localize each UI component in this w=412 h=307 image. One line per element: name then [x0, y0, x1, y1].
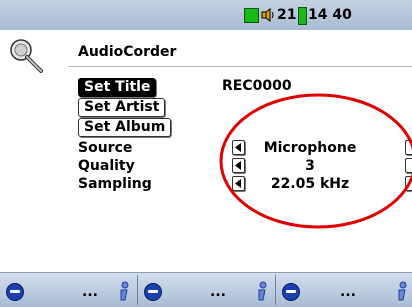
battery-icon — [298, 7, 307, 25]
speaker-icon — [261, 8, 274, 22]
softkey-label: ... — [210, 284, 226, 300]
minus-circle-icon — [144, 283, 162, 301]
softkey-label: ... — [340, 284, 356, 300]
quality-prev-button[interactable] — [232, 158, 245, 173]
set-artist-button[interactable]: Set Artist — [78, 98, 166, 117]
source-next-button[interactable] — [405, 140, 412, 155]
person-icon — [120, 281, 129, 301]
softkey-label: ... — [82, 284, 98, 300]
quality-value: 3 — [305, 158, 315, 174]
set-title-button[interactable]: Set Title — [78, 78, 157, 97]
sampling-value: 22.05 kHz — [270, 176, 350, 192]
arrow-left-icon — [235, 179, 241, 188]
arrow-left-icon — [235, 161, 241, 170]
status-bar: 21 14 40 — [0, 0, 412, 30]
quality-next-button[interactable] — [405, 158, 412, 173]
source-value: Microphone — [263, 140, 357, 156]
volume-level: 21 — [277, 7, 297, 23]
source-prev-button[interactable] — [232, 140, 245, 155]
microphone-app-icon — [10, 39, 43, 73]
set-album-button[interactable]: Set Album — [78, 118, 172, 137]
arrow-left-icon — [235, 143, 241, 152]
source-label: Source — [78, 140, 133, 156]
sampling-prev-button[interactable] — [232, 176, 245, 191]
title-value: REC0000 — [222, 78, 292, 94]
sampling-label: Sampling — [78, 176, 152, 192]
app-title: AudioCorder — [78, 44, 177, 60]
minus-circle-icon — [6, 283, 24, 301]
softkey-2[interactable]: ... — [138, 275, 275, 305]
quality-label: Quality — [78, 158, 135, 174]
softkey-3[interactable]: ... — [276, 275, 412, 305]
person-icon — [398, 281, 407, 301]
header-divider — [68, 66, 412, 67]
softkey-bar: ... ... ... — [0, 272, 412, 307]
sampling-next-button[interactable] — [405, 176, 412, 191]
clock: 14 40 — [308, 7, 352, 23]
softkey-1[interactable]: ... — [0, 275, 137, 305]
record-indicator-icon — [244, 8, 259, 23]
minus-circle-icon — [282, 283, 300, 301]
person-icon — [258, 281, 267, 301]
